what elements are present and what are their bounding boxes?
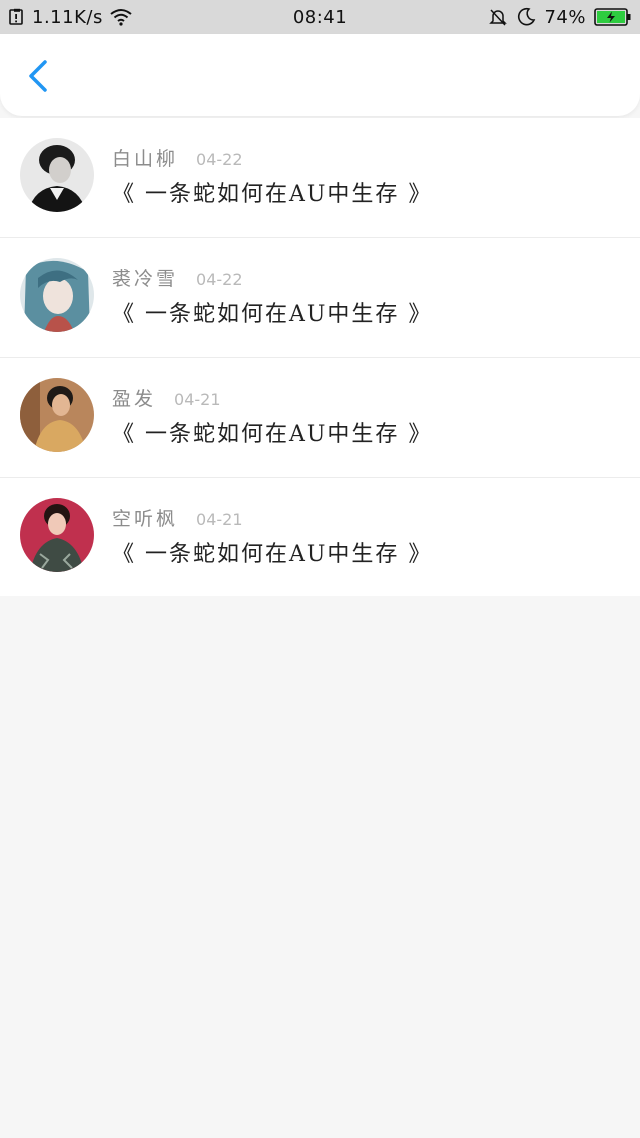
author-name[interactable]: 裘冷雪 bbox=[112, 264, 178, 291]
status-bar: 1.11K/s 08:41 74% bbox=[0, 0, 640, 34]
item-meta: 白山柳 04-22 bbox=[112, 144, 243, 171]
comment-list: 白山柳 04-22 《 一条蛇如何在AU中生存 》 裘冷雪 04-22 《 一条… bbox=[0, 118, 640, 596]
status-bar-right: 74% bbox=[488, 0, 632, 34]
list-item[interactable]: 裘冷雪 04-22 《 一条蛇如何在AU中生存 》 bbox=[0, 238, 640, 358]
moon-icon bbox=[516, 7, 536, 27]
item-title: 《 一条蛇如何在AU中生存 》 bbox=[112, 422, 433, 447]
avatar[interactable] bbox=[20, 498, 94, 572]
list-item[interactable]: 白山柳 04-22 《 一条蛇如何在AU中生存 》 bbox=[0, 118, 640, 238]
item-meta: 空听枫 04-21 bbox=[112, 504, 243, 531]
item-meta: 裘冷雪 04-22 bbox=[112, 264, 243, 291]
list-item[interactable]: 盈发 04-21 《 一条蛇如何在AU中生存 》 bbox=[0, 358, 640, 478]
avatar[interactable] bbox=[20, 378, 94, 452]
author-name[interactable]: 空听枫 bbox=[112, 504, 178, 531]
author-name[interactable]: 白山柳 bbox=[112, 144, 178, 171]
network-speed: 1.11K/s bbox=[32, 6, 103, 28]
author-name[interactable]: 盈发 bbox=[112, 384, 156, 411]
avatar[interactable] bbox=[20, 138, 94, 212]
item-title: 《 一条蛇如何在AU中生存 》 bbox=[112, 302, 433, 327]
back-button[interactable] bbox=[18, 54, 58, 98]
notification-icon bbox=[8, 8, 26, 26]
nav-header bbox=[0, 34, 640, 116]
avatar[interactable] bbox=[20, 258, 94, 332]
item-title: 《 一条蛇如何在AU中生存 》 bbox=[112, 542, 433, 567]
item-meta: 盈发 04-21 bbox=[112, 384, 221, 411]
status-bar-left: 1.11K/s bbox=[8, 0, 133, 34]
post-date: 04-22 bbox=[196, 150, 243, 169]
battery-percent: 74% bbox=[544, 6, 586, 28]
silent-bell-icon bbox=[488, 7, 508, 27]
battery-icon bbox=[594, 7, 632, 27]
wifi-icon bbox=[109, 8, 133, 26]
chevron-left-icon bbox=[27, 59, 49, 93]
item-title: 《 一条蛇如何在AU中生存 》 bbox=[112, 182, 433, 207]
post-date: 04-21 bbox=[196, 510, 243, 529]
list-item[interactable]: 空听枫 04-21 《 一条蛇如何在AU中生存 》 bbox=[0, 478, 640, 596]
post-date: 04-21 bbox=[174, 390, 221, 409]
clock: 08:41 bbox=[292, 6, 348, 28]
post-date: 04-22 bbox=[196, 270, 243, 289]
